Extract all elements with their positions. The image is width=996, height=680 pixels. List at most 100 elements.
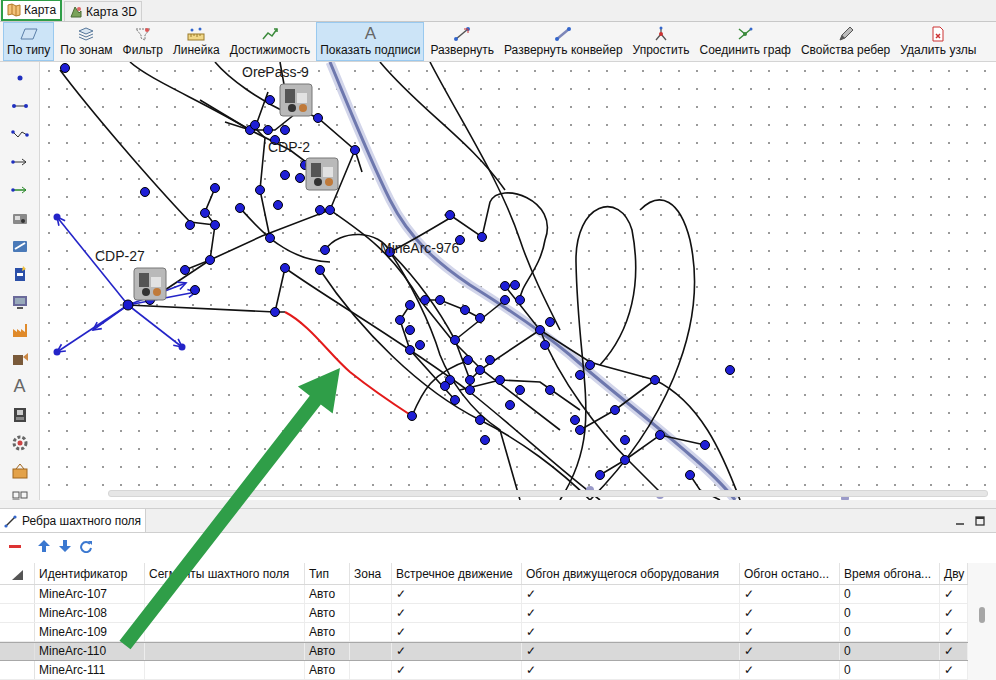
map-edge[interactable]: [540, 330, 740, 500]
row-header[interactable]: [0, 585, 35, 603]
map-node[interactable]: [451, 336, 460, 345]
left-tool[interactable]: [10, 349, 30, 367]
map-node[interactable]: [316, 206, 325, 215]
edge-properties-button[interactable]: Свойства ребер: [797, 22, 894, 61]
left-tool[interactable]: [10, 293, 30, 311]
row-header[interactable]: [0, 604, 35, 622]
map-tab[interactable]: Карта 3D: [64, 1, 142, 21]
map-node[interactable]: [546, 318, 555, 327]
map-node[interactable]: [211, 221, 220, 230]
map-node[interactable]: [441, 382, 450, 391]
map-edge[interactable]: [200, 100, 310, 165]
show-labels-button[interactable]: AПоказать подписи: [316, 22, 424, 61]
map-edge[interactable]: [380, 62, 505, 190]
map-node[interactable]: [486, 356, 495, 365]
map-node[interactable]: [476, 416, 485, 425]
map-node[interactable]: [191, 286, 200, 295]
map-node[interactable]: [596, 471, 605, 480]
map-edge[interactable]: [285, 268, 600, 500]
left-tool[interactable]: A: [10, 377, 30, 396]
column-header[interactable]: Тип: [305, 563, 350, 584]
map-node[interactable]: [541, 341, 550, 350]
map-node[interactable]: [264, 126, 273, 135]
map-edge[interactable]: [470, 286, 540, 380]
map-node[interactable]: [296, 174, 305, 183]
row-header[interactable]: [0, 643, 35, 660]
left-tool[interactable]: [10, 265, 30, 283]
map-node[interactable]: [516, 386, 525, 395]
map-node[interactable]: [406, 346, 415, 355]
map-node[interactable]: [54, 214, 61, 221]
left-tool[interactable]: [10, 237, 30, 255]
map-node[interactable]: [466, 376, 475, 385]
map-edge[interactable]: [450, 193, 547, 300]
map-node[interactable]: [481, 436, 490, 445]
map-node[interactable]: [406, 301, 415, 310]
by-type-button[interactable]: По типу: [3, 22, 54, 61]
map-node[interactable]: [123, 300, 133, 310]
map-edge[interactable]: [400, 305, 455, 400]
map-node[interactable]: [281, 171, 290, 180]
map-edge[interactable]: [590, 200, 694, 500]
map-node[interactable]: [314, 114, 323, 123]
map-node[interactable]: [266, 96, 275, 105]
map-edge[interactable]: [60, 70, 215, 225]
map-edge[interactable]: [185, 188, 215, 270]
link-arrow[interactable]: [128, 305, 182, 347]
table-row[interactable]: MineArc-111Авто✓✓✓0✓: [0, 661, 968, 680]
depot-icon[interactable]: [280, 84, 312, 116]
map-node[interactable]: [516, 296, 525, 305]
map-node[interactable]: [451, 396, 460, 405]
column-header[interactable]: Обгон остано...: [740, 563, 840, 584]
table-row[interactable]: MineArc-110Авто✓✓✓0✓: [0, 642, 968, 661]
map-node[interactable]: [54, 349, 61, 356]
map-edge[interactable]: [580, 380, 655, 430]
map-node[interactable]: [61, 64, 70, 73]
scroll-thumb[interactable]: [979, 607, 985, 623]
map-edge[interactable]: [325, 234, 470, 380]
map-node[interactable]: [236, 204, 245, 213]
left-tool[interactable]: [10, 462, 30, 480]
map-node[interactable]: [316, 266, 325, 275]
map-node[interactable]: [436, 296, 445, 305]
column-header[interactable]: Идентификатор: [35, 563, 145, 584]
map-node[interactable]: [446, 211, 455, 220]
map-node[interactable]: [396, 316, 405, 325]
map-node[interactable]: [416, 341, 425, 350]
map-node[interactable]: [281, 264, 290, 273]
panel-tab[interactable]: Ребра шахтного поля: [0, 509, 146, 532]
map-node[interactable]: [211, 184, 220, 193]
map-node[interactable]: [511, 281, 520, 290]
left-tool[interactable]: [10, 209, 30, 227]
map-canvas[interactable]: OrePass-9CDP-2CDP-27MineArc-976: [40, 62, 996, 500]
connect-graph-button[interactable]: Соединить граф: [695, 22, 794, 61]
depot-icon[interactable]: [134, 268, 166, 300]
map-node[interactable]: [476, 314, 485, 323]
map-edge[interactable]: [600, 435, 705, 475]
table-row[interactable]: MineArc-108Авто✓✓✓0✓: [0, 604, 968, 623]
map-node[interactable]: [576, 371, 585, 380]
splitter[interactable]: [0, 500, 996, 508]
map-node[interactable]: [546, 386, 555, 395]
map-node[interactable]: [326, 206, 335, 215]
column-header[interactable]: Встречное движение: [392, 563, 522, 584]
map-node[interactable]: [206, 256, 215, 265]
map-node[interactable]: [461, 306, 470, 315]
map-node[interactable]: [586, 361, 595, 370]
map-node[interactable]: [351, 146, 360, 155]
map-node[interactable]: [408, 412, 417, 421]
map-node[interactable]: [571, 416, 580, 425]
left-tool[interactable]: [10, 125, 30, 143]
left-tool[interactable]: [10, 321, 30, 339]
map-node[interactable]: [536, 326, 545, 335]
map-node[interactable]: [466, 386, 475, 395]
reachability-button[interactable]: Достижимость: [226, 22, 315, 61]
left-tool[interactable]: [10, 181, 30, 199]
map-node[interactable]: [271, 308, 280, 317]
selected-edge[interactable]: [285, 312, 412, 416]
map-edge[interactable]: [455, 300, 505, 340]
table-row[interactable]: MineArc-109Авто✓✓✓0✓: [0, 623, 968, 642]
row-header[interactable]: [0, 661, 35, 679]
map-node[interactable]: [201, 209, 210, 218]
table-row[interactable]: MineArc-107Авто✓✓✓0✓: [0, 585, 968, 604]
